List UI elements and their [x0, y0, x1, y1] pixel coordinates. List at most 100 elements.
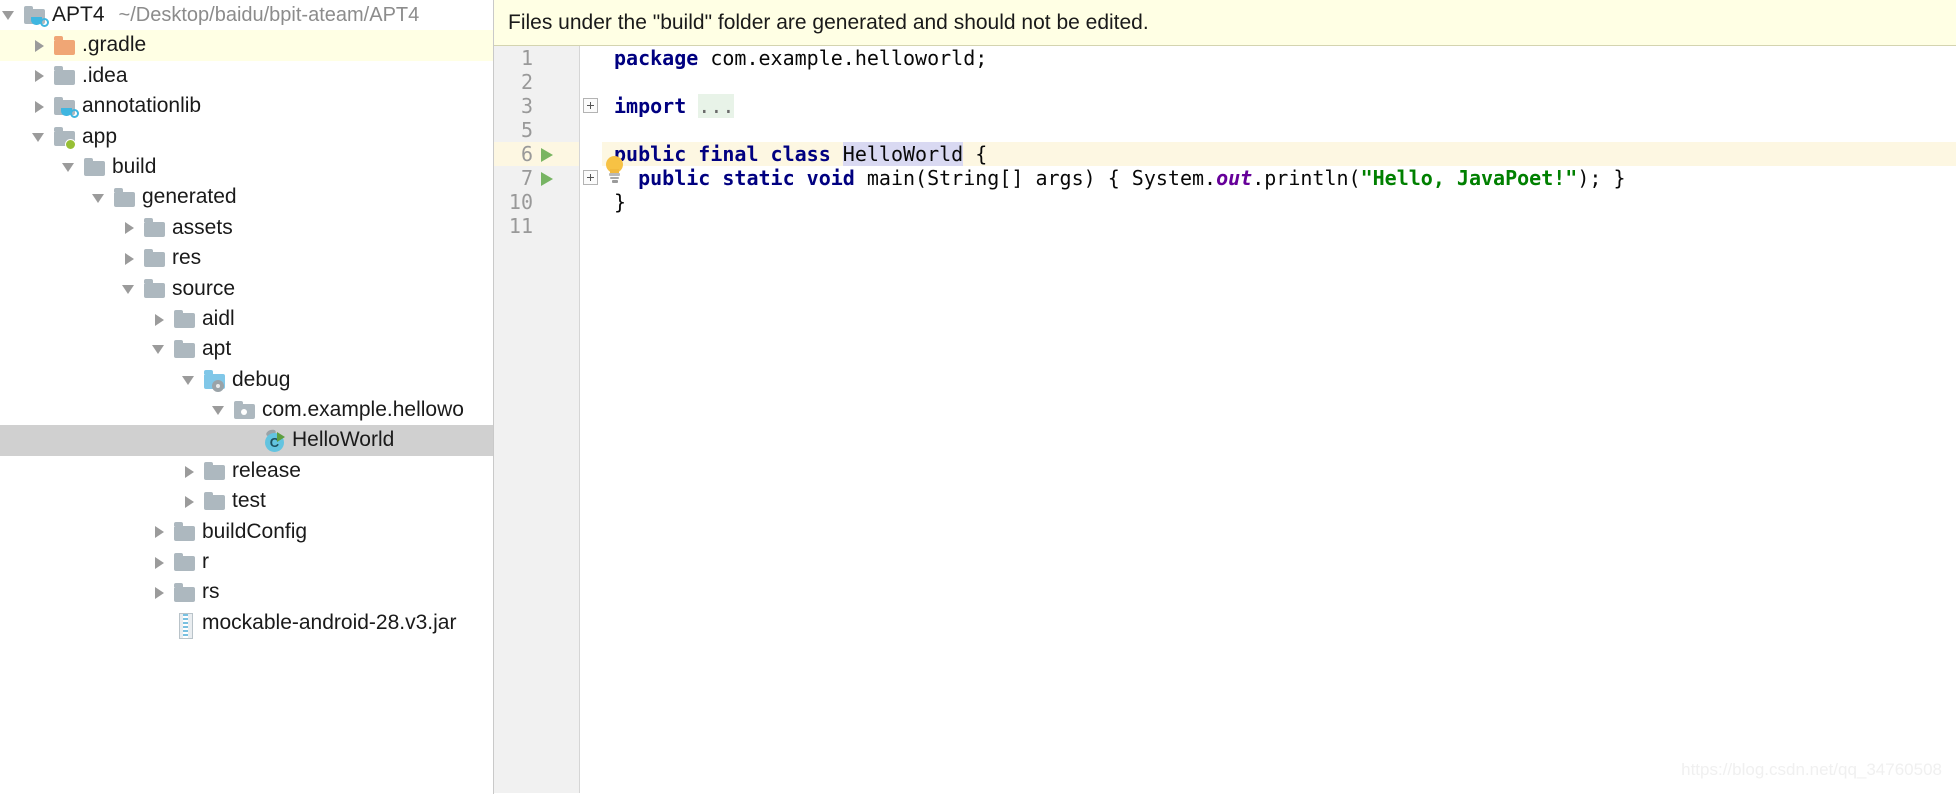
line-number: 2	[520, 70, 533, 94]
code-text-area[interactable]: package com.example.helloworld; import .…	[602, 46, 1956, 793]
tree-row-res[interactable]: res	[0, 243, 493, 273]
line-number: 1	[520, 46, 533, 70]
editor-gutter[interactable]: 1 2 3 5 6 7 10 11	[494, 46, 580, 793]
run-gutter-icon[interactable]	[541, 148, 553, 162]
chevron-down-icon[interactable]	[120, 274, 142, 304]
tree-item-label: source	[172, 276, 236, 300]
tree-item-label: test	[232, 489, 266, 513]
gutter-line-3[interactable]: 3	[494, 94, 579, 118]
chevron-down-icon[interactable]	[180, 365, 202, 395]
code-line-5[interactable]	[602, 118, 1956, 142]
tree-item-label: res	[172, 246, 202, 270]
tree-row-root[interactable]: APT4 ~/Desktop/baidu/bpit-ateam/APT4	[0, 0, 493, 30]
tree-item-label: apt	[202, 337, 232, 361]
tree-item-label: debug	[232, 367, 291, 391]
tree-row-build[interactable]: build	[0, 152, 493, 182]
code-line-6[interactable]: public final class HelloWorld {	[602, 142, 1956, 166]
fold-expand-icon[interactable]	[583, 170, 598, 185]
chevron-right-icon[interactable]	[150, 304, 172, 334]
package-icon	[232, 395, 258, 425]
tree-item-label: buildConfig	[202, 519, 308, 543]
tree-item-label: .idea	[82, 63, 128, 87]
tree-row-rs[interactable]: rs	[0, 577, 493, 607]
tree-item-label: annotationlib	[82, 94, 202, 118]
folder-icon	[142, 274, 168, 304]
chevron-right-icon[interactable]	[180, 486, 202, 516]
chevron-right-icon[interactable]	[150, 547, 172, 577]
gutter-line-1[interactable]: 1	[494, 46, 579, 70]
chevron-right-icon[interactable]	[150, 578, 172, 608]
gutter-line-10[interactable]: 10	[494, 190, 579, 214]
tree-row-buildconfig[interactable]: buildConfig	[0, 517, 493, 547]
open-brace: {	[963, 142, 988, 166]
chevron-right-icon[interactable]	[30, 31, 52, 61]
tree-item-label: generated	[142, 185, 237, 209]
tree-row-debug[interactable]: debug	[0, 365, 493, 395]
lightbulb-icon[interactable]	[604, 156, 626, 183]
code-line-11[interactable]	[602, 214, 1956, 238]
chevron-down-icon[interactable]	[0, 0, 22, 30]
chevron-down-icon[interactable]	[210, 395, 232, 425]
tree-item-label: aidl	[202, 306, 235, 330]
code-line-7[interactable]: public static void main(String[] args) {…	[602, 166, 1956, 190]
java-module-folder-icon	[22, 0, 49, 30]
tree-item-label: mockable-android-28.v3.jar	[202, 610, 457, 634]
string-literal: "Hello, JavaPoet!"	[1360, 166, 1578, 190]
module-root-folder-icon	[52, 122, 78, 152]
chevron-right-icon[interactable]	[30, 91, 52, 121]
folder-icon	[142, 243, 168, 273]
run-gutter-icon[interactable]	[541, 172, 553, 186]
code-editor[interactable]: 1 2 3 5 6 7 10 11 package com.example.helloworl…	[494, 46, 1956, 793]
folder-icon	[172, 578, 198, 608]
method-modifiers: public static void	[638, 166, 867, 190]
tree-row-annotationlib[interactable]: annotationlib	[0, 91, 493, 121]
tree-row-app[interactable]: app	[0, 122, 493, 152]
chevron-right-icon[interactable]	[180, 456, 202, 486]
tree-row-com-example-hellowo[interactable]: com.example.hellowo	[0, 395, 493, 425]
keyword-import: import	[614, 94, 687, 118]
chevron-right-icon[interactable]	[30, 61, 52, 91]
tree-row-r[interactable]: r	[0, 547, 493, 577]
class-declaration-keywords: public final class	[614, 142, 843, 166]
chevron-right-icon[interactable]	[120, 243, 142, 273]
tree-row-generated[interactable]: generated	[0, 182, 493, 212]
tree-row-apt[interactable]: apt	[0, 334, 493, 364]
tree-row-gradle[interactable]: .gradle	[0, 30, 493, 61]
chevron-right-icon[interactable]	[150, 517, 172, 547]
code-line-1[interactable]: package com.example.helloworld;	[602, 46, 1956, 70]
code-line-10[interactable]: }	[602, 190, 1956, 214]
chevron-down-icon[interactable]	[90, 183, 112, 213]
folded-imports-placeholder[interactable]: ...	[698, 94, 735, 118]
folder-icon	[82, 152, 108, 182]
tree-root-path: ~/Desktop/baidu/bpit-ateam/APT4	[118, 4, 420, 26]
gutter-line-11[interactable]: 11	[494, 214, 579, 238]
chevron-down-icon[interactable]	[60, 152, 82, 182]
tree-row-release[interactable]: release	[0, 456, 493, 486]
gutter-line-5[interactable]: 5	[494, 118, 579, 142]
gutter-line-6[interactable]: 6	[494, 142, 579, 166]
code-line-2[interactable]	[602, 70, 1956, 94]
tree-row-mockable-android-28-v3-jar[interactable]: mockable-android-28.v3.jar	[0, 608, 493, 639]
folder-icon	[202, 456, 228, 486]
chevron-down-icon[interactable]	[150, 334, 172, 364]
tree-row-aidl[interactable]: aidl	[0, 304, 493, 334]
tree-row-assets[interactable]: assets	[0, 213, 493, 243]
gutter-line-7[interactable]: 7	[494, 166, 579, 190]
tree-row-idea[interactable]: .idea	[0, 61, 493, 91]
chevron-right-icon[interactable]	[120, 213, 142, 243]
fold-marker-column[interactable]	[580, 46, 602, 793]
class-name-identifier: HelloWorld	[842, 142, 964, 166]
folder-icon	[172, 547, 198, 577]
folder-icon	[142, 213, 168, 243]
line-7-tail: ); }	[1577, 166, 1626, 190]
fold-expand-icon[interactable]	[583, 98, 598, 113]
chevron-down-icon[interactable]	[30, 122, 52, 152]
code-line-3[interactable]: import ...	[602, 94, 1956, 118]
tree-row-helloworld[interactable]: C HelloWorld	[0, 425, 493, 456]
gutter-line-2[interactable]: 2	[494, 70, 579, 94]
project-tree-panel[interactable]: APT4 ~/Desktop/baidu/bpit-ateam/APT4 .gr…	[0, 0, 493, 794]
tree-row-test[interactable]: test	[0, 486, 493, 516]
println-call: .println(	[1252, 166, 1361, 190]
tree-row-source[interactable]: source	[0, 274, 493, 304]
